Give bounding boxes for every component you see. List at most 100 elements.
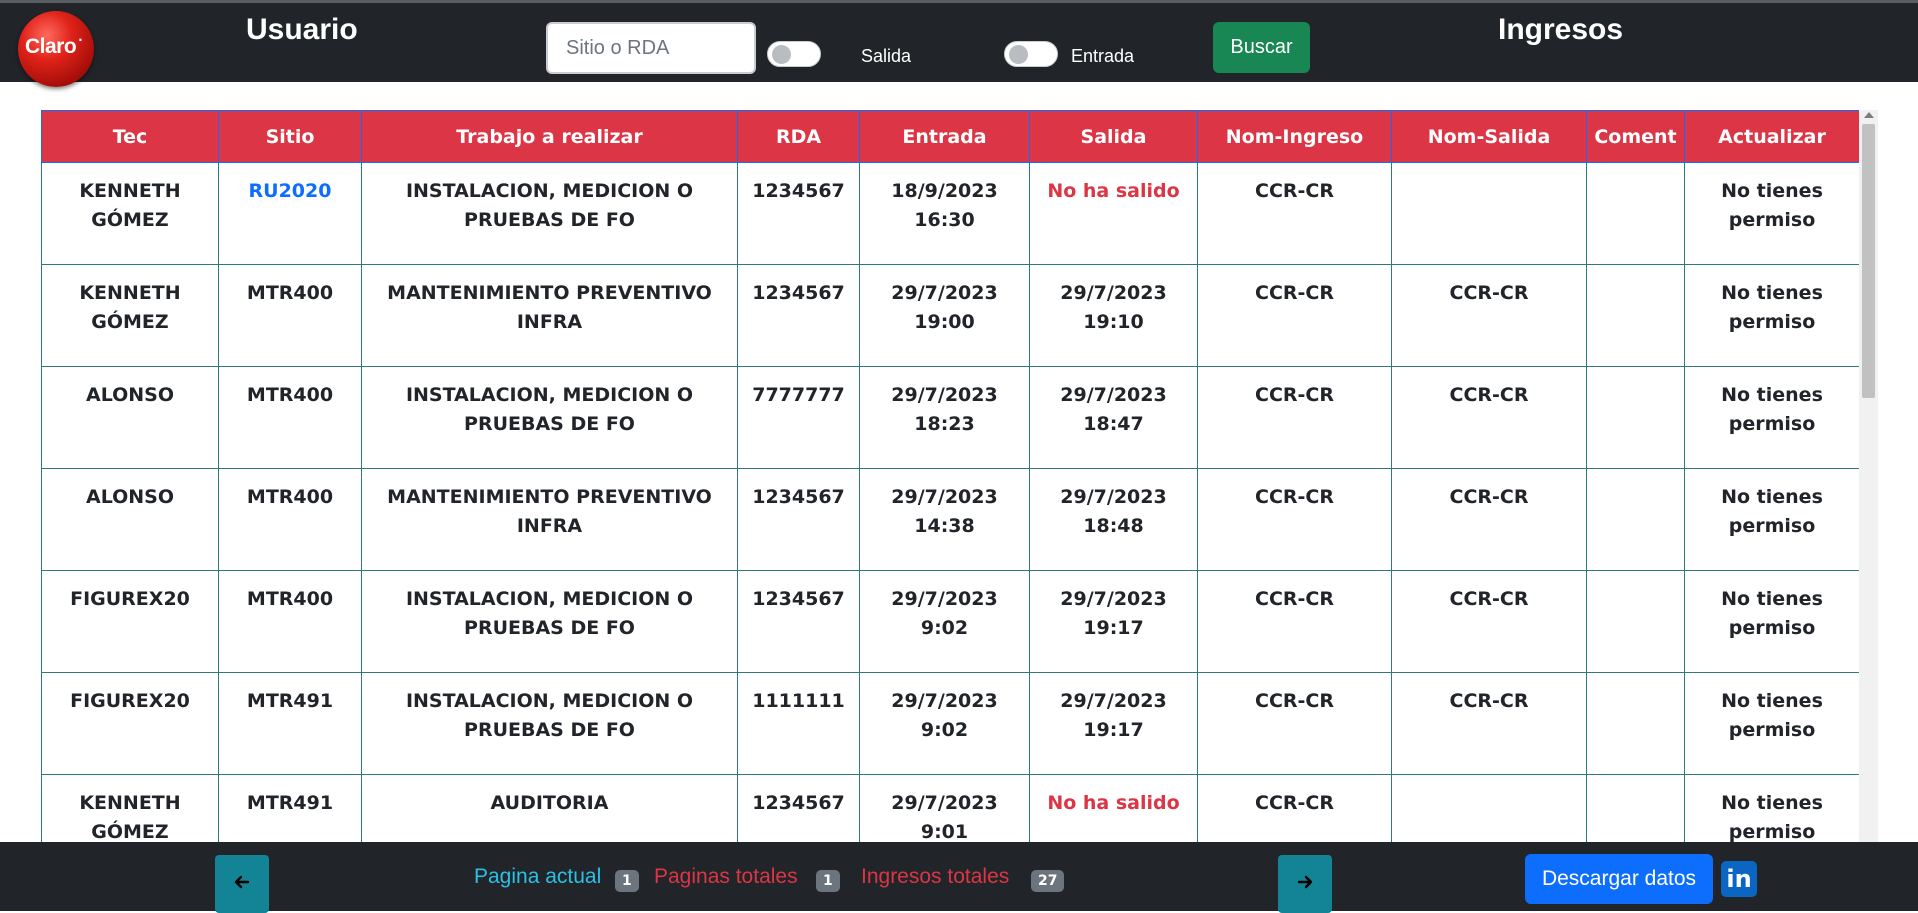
cell-nom-salida: CCR-CR <box>1391 672 1587 775</box>
cell-sitio: MTR491 <box>218 774 362 842</box>
cell-trabajo: MANTENIMIENTO PREVENTIVO INFRA <box>361 468 738 571</box>
cell-salida: No ha salido <box>1029 162 1198 265</box>
cell-sitio-link[interactable]: RU2020 <box>218 162 362 265</box>
cell-coment <box>1586 366 1685 469</box>
column-header-sitio: Sitio <box>218 110 362 163</box>
column-header-coment: Coment <box>1586 110 1685 163</box>
cell-trabajo: INSTALACION, MEDICION O PRUEBAS DE FO <box>361 366 738 469</box>
table-row: KENNETH GÓMEZ RU2020 INSTALACION, MEDICI… <box>41 162 1859 265</box>
cell-rda: 1234567 <box>737 264 860 367</box>
search-input[interactable] <box>546 22 756 74</box>
cell-actualizar: No tienes permiso <box>1684 570 1859 673</box>
next-page-button[interactable] <box>1278 855 1332 913</box>
ingresos-table-container[interactable]: Tec Sitio Trabajo a realizar RDA Entrada… <box>41 110 1859 842</box>
cell-nom-ingreso: CCR-CR <box>1197 672 1392 775</box>
column-header-salida: Salida <box>1029 110 1198 163</box>
cell-actualizar: No tienes permiso <box>1684 162 1859 265</box>
scrollbar-thumb[interactable] <box>1862 124 1875 398</box>
table-row: ALONSO MTR400 MANTENIMIENTO PREVENTIVO I… <box>41 468 1859 571</box>
table-row: KENNETH GÓMEZ MTR400 MANTENIMIENTO PREVE… <box>41 264 1859 367</box>
table-row: FIGUREX20 MTR400 INSTALACION, MEDICION O… <box>41 570 1859 673</box>
ingresos-totales-badge: 27 <box>1031 870 1065 892</box>
entrada-toggle[interactable] <box>1004 41 1058 67</box>
usuario-title: Usuario <box>246 13 358 46</box>
logo-text: Claro <box>25 35 77 58</box>
cell-trabajo: INSTALACION, MEDICION O PRUEBAS DE FO <box>361 672 738 775</box>
cell-salida: 29/7/2023 18:47 <box>1029 366 1198 469</box>
logo-spark-icon: ∙ <box>78 33 83 47</box>
toggle-knob <box>772 45 791 64</box>
cell-rda: 1234567 <box>737 162 860 265</box>
cell-entrada: 29/7/2023 9:01 <box>859 774 1030 842</box>
cell-nom-salida: CCR-CR <box>1391 264 1587 367</box>
cell-salida: No ha salido <box>1029 774 1198 842</box>
cell-coment <box>1586 570 1685 673</box>
scroll-up-arrow-icon[interactable] <box>1864 112 1874 118</box>
cell-tec: KENNETH GÓMEZ <box>41 774 219 842</box>
cell-entrada: 29/7/2023 19:00 <box>859 264 1030 367</box>
cell-sitio: MTR491 <box>218 672 362 775</box>
cell-sitio: MTR400 <box>218 264 362 367</box>
cell-rda: 1234567 <box>737 570 860 673</box>
cell-rda: 7777777 <box>737 366 860 469</box>
linkedin-icon[interactable]: in <box>1721 861 1757 897</box>
cell-nom-ingreso: CCR-CR <box>1197 570 1392 673</box>
bottom-navbar: Pagina actual 1 Paginas totales 1 Ingres… <box>0 842 1918 913</box>
cell-nom-salida <box>1391 162 1587 265</box>
cell-salida: 29/7/2023 19:17 <box>1029 570 1198 673</box>
descargar-datos-button[interactable]: Descargar datos <box>1525 854 1713 904</box>
cell-nom-salida <box>1391 774 1587 842</box>
table-row: ALONSO MTR400 INSTALACION, MEDICION O PR… <box>41 366 1859 469</box>
pagina-actual-label: Pagina actual <box>474 865 602 888</box>
cell-nom-salida: CCR-CR <box>1391 366 1587 469</box>
cell-salida: 29/7/2023 19:17 <box>1029 672 1198 775</box>
cell-actualizar: No tienes permiso <box>1684 366 1859 469</box>
entrada-label: Entrada <box>1071 46 1135 66</box>
cell-tec: KENNETH GÓMEZ <box>41 162 219 265</box>
ingresos-title: Ingresos <box>1498 13 1624 46</box>
cell-coment <box>1586 264 1685 367</box>
cell-salida: 29/7/2023 18:48 <box>1029 468 1198 571</box>
column-header-actualizar: Actualizar <box>1684 110 1859 163</box>
cell-entrada: 29/7/2023 14:38 <box>859 468 1030 571</box>
cell-actualizar: No tienes permiso <box>1684 468 1859 571</box>
cell-sitio: MTR400 <box>218 366 362 469</box>
pagina-actual-badge: 1 <box>615 870 639 892</box>
cell-nom-ingreso: CCR-CR <box>1197 468 1392 571</box>
cell-nom-salida: CCR-CR <box>1391 468 1587 571</box>
cell-trabajo: AUDITORIA <box>361 774 738 842</box>
column-header-tec: Tec <box>41 110 219 163</box>
column-header-nom-ingreso: Nom-Ingreso <box>1197 110 1392 163</box>
cell-actualizar: No tienes permiso <box>1684 774 1859 842</box>
arrow-left-icon <box>234 875 250 889</box>
cell-entrada: 29/7/2023 9:02 <box>859 570 1030 673</box>
cell-nom-salida: CCR-CR <box>1391 570 1587 673</box>
cell-nom-ingreso: CCR-CR <box>1197 366 1392 469</box>
cell-nom-ingreso: CCR-CR <box>1197 162 1392 265</box>
cell-entrada: 29/7/2023 18:23 <box>859 366 1030 469</box>
cell-sitio: MTR400 <box>218 468 362 571</box>
ingresos-table: Tec Sitio Trabajo a realizar RDA Entrada… <box>41 110 1859 842</box>
cell-trabajo: INSTALACION, MEDICION O PRUEBAS DE FO <box>361 570 738 673</box>
cell-sitio: MTR400 <box>218 570 362 673</box>
cell-coment <box>1586 162 1685 265</box>
table-scrollbar[interactable] <box>1859 110 1878 842</box>
column-header-rda: RDA <box>737 110 860 163</box>
ingresos-totales-label: Ingresos totales <box>861 865 1010 888</box>
paginas-totales-label: Paginas totales <box>654 865 798 888</box>
column-header-nom-salida: Nom-Salida <box>1391 110 1587 163</box>
table-row: FIGUREX20 MTR491 INSTALACION, MEDICION O… <box>41 672 1859 775</box>
salida-toggle[interactable] <box>767 41 821 67</box>
cell-rda: 1111111 <box>737 672 860 775</box>
cell-trabajo: MANTENIMIENTO PREVENTIVO INFRA <box>361 264 738 367</box>
cell-nom-ingreso: CCR-CR <box>1197 774 1392 842</box>
cell-tec: FIGUREX20 <box>41 672 219 775</box>
cell-tec: ALONSO <box>41 366 219 469</box>
previous-page-button[interactable] <box>215 855 269 913</box>
cell-tec: ALONSO <box>41 468 219 571</box>
buscar-button[interactable]: Buscar <box>1213 22 1310 73</box>
table-header-row: Tec Sitio Trabajo a realizar RDA Entrada… <box>41 110 1859 163</box>
column-header-entrada: Entrada <box>859 110 1030 163</box>
cell-salida: 29/7/2023 19:10 <box>1029 264 1198 367</box>
cell-tec: KENNETH GÓMEZ <box>41 264 219 367</box>
